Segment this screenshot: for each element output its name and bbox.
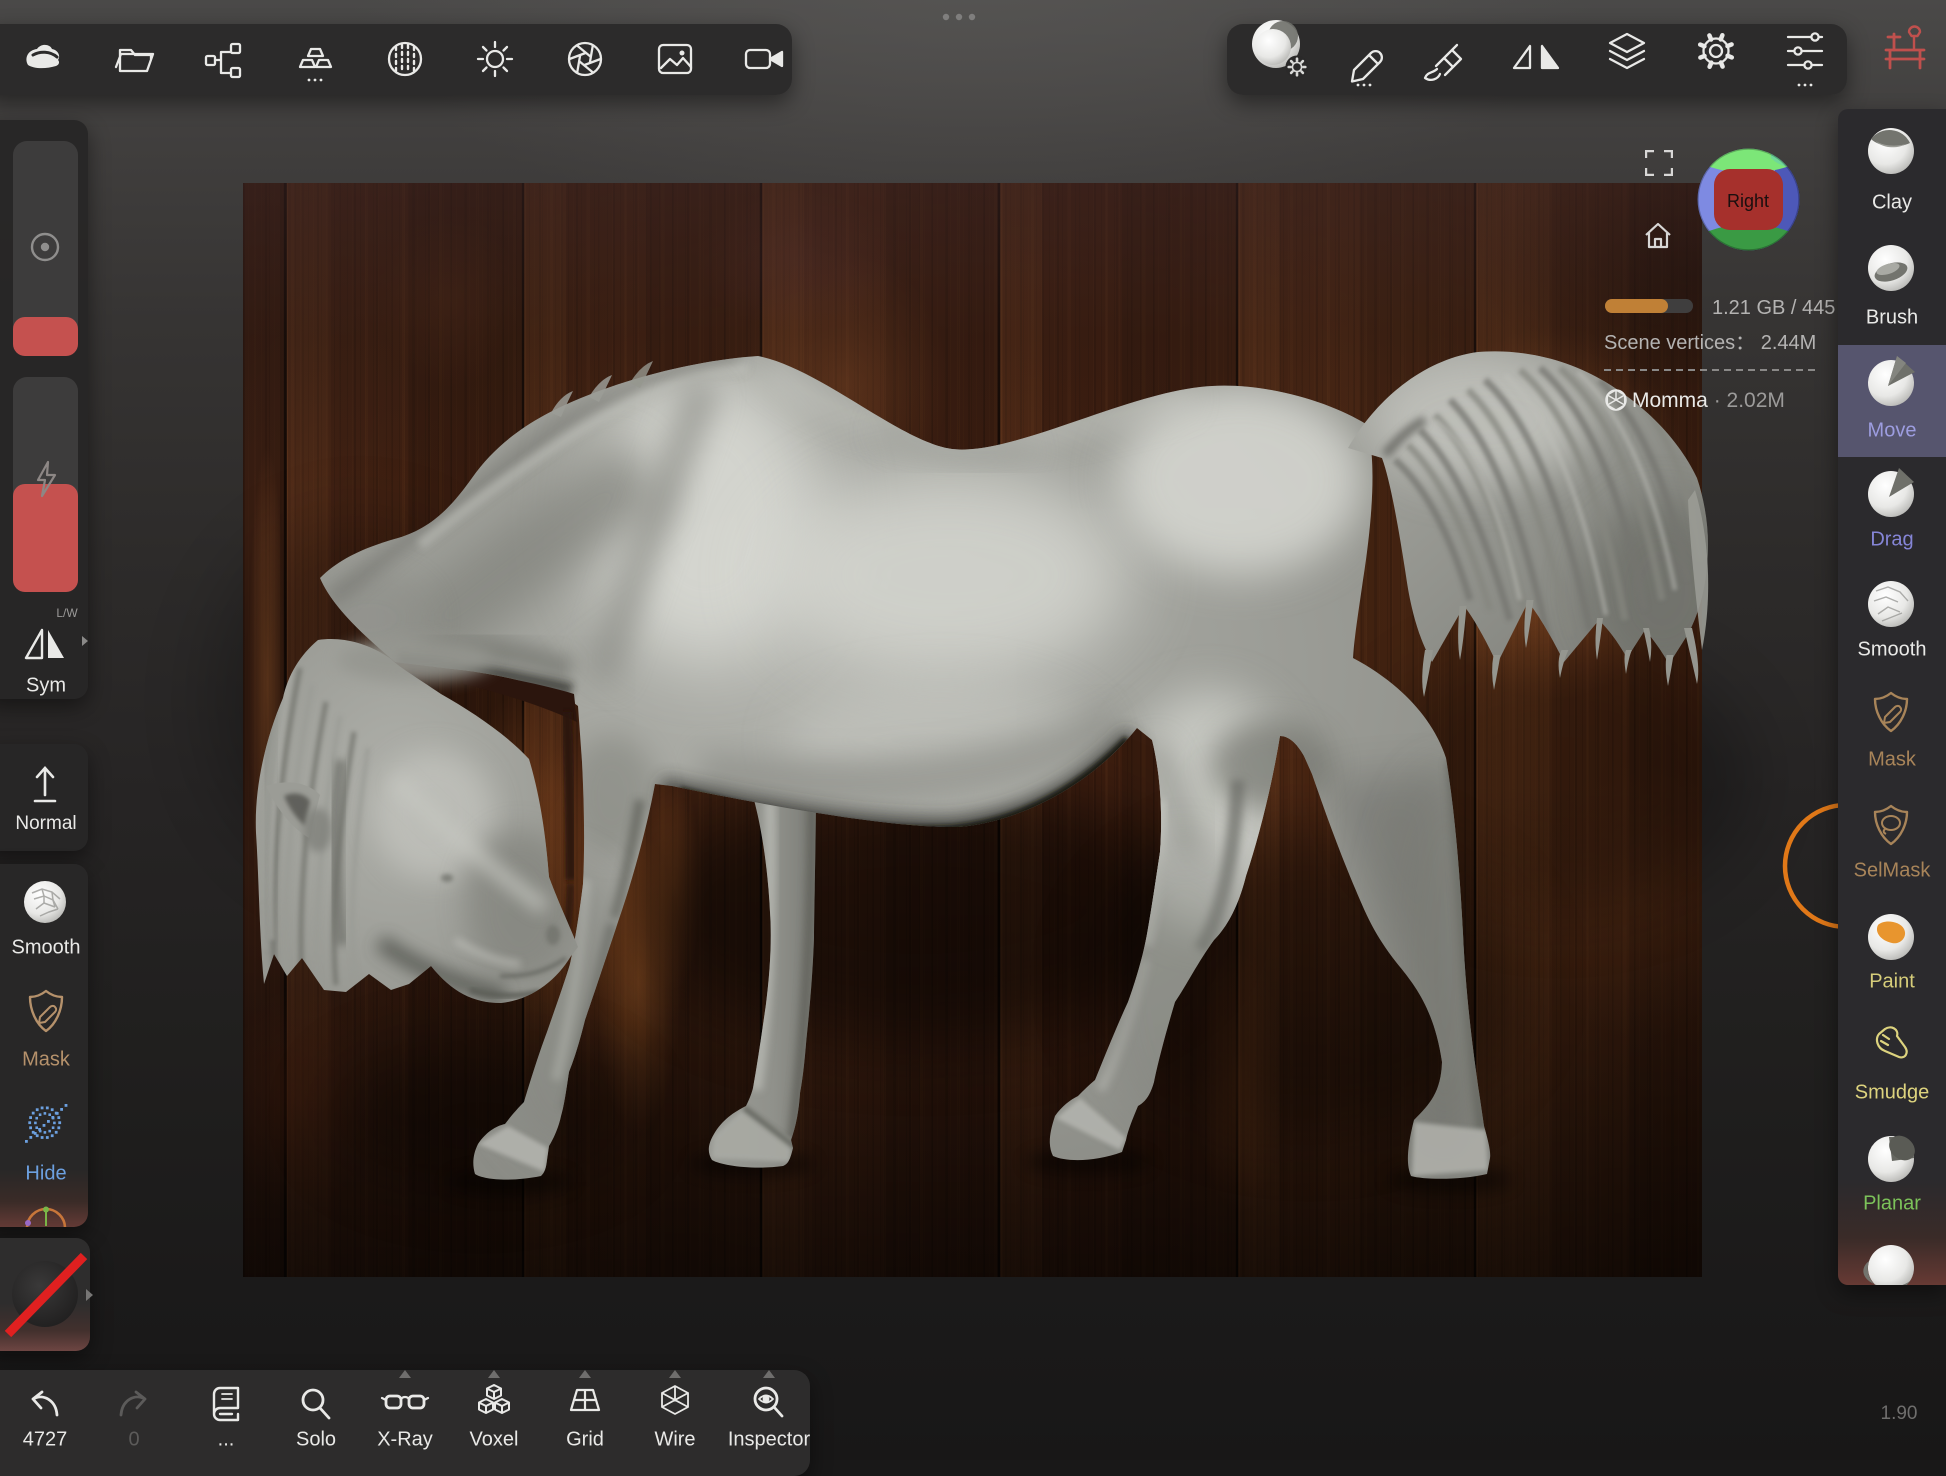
svg-text:Right: Right [1727, 191, 1769, 211]
